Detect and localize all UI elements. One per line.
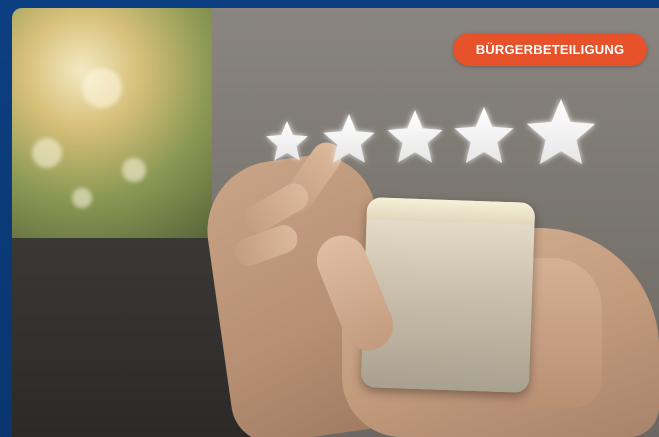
star-icon bbox=[526, 99, 596, 165]
star-icon bbox=[266, 121, 308, 161]
card-frame: BÜRGERBETEILIGUNG bbox=[0, 0, 659, 437]
star-icon bbox=[454, 107, 514, 164]
star-icon bbox=[323, 114, 375, 163]
rating-stars bbox=[266, 99, 596, 165]
star-icon bbox=[387, 110, 443, 163]
category-badge[interactable]: BÜRGERBETEILIGUNG bbox=[453, 33, 647, 66]
hero-image[interactable]: BÜRGERBETEILIGUNG bbox=[12, 8, 659, 437]
